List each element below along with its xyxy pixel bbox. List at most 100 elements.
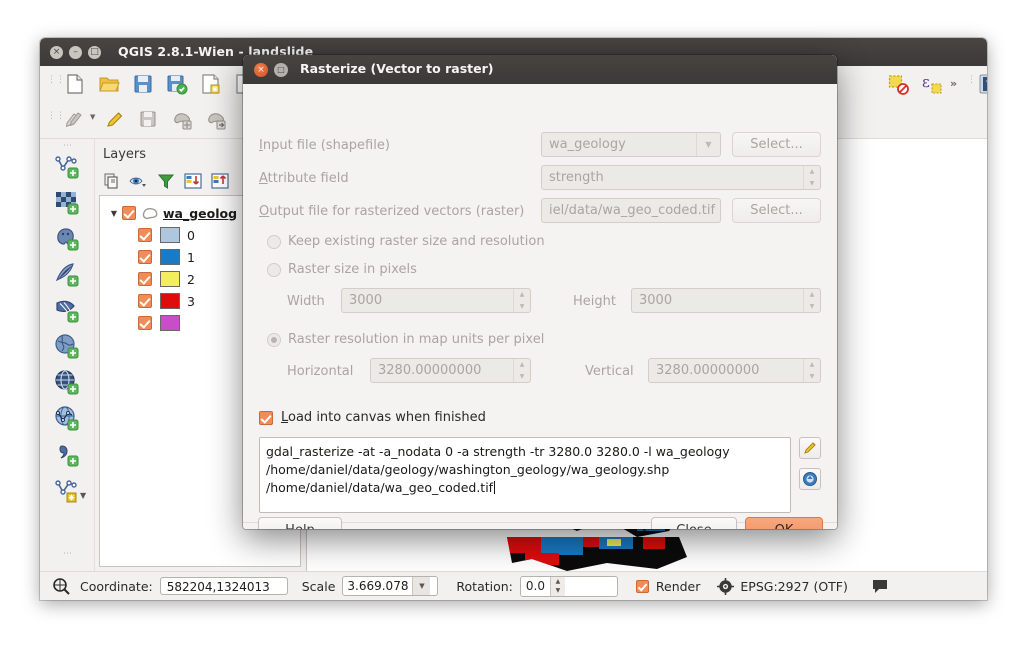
- toolbar-grip-2[interactable]: ⋮⋮: [967, 76, 985, 91]
- reset-command-icon[interactable]: [799, 468, 821, 490]
- input-file-combo[interactable]: wa_geology ▼: [541, 132, 721, 157]
- add-postgis-layer-icon[interactable]: [52, 223, 82, 253]
- horizontal-stepper-buttons[interactable]: ▲ ▼: [513, 359, 530, 382]
- new-print-composer-icon[interactable]: [198, 71, 224, 97]
- symbol-visibility-checkbox[interactable]: [138, 294, 152, 308]
- width-down-icon[interactable]: ▼: [514, 301, 530, 313]
- horizontal-stepper[interactable]: 3280.00000000 ▲ ▼: [370, 358, 531, 383]
- vertical-stepper[interactable]: 3280.00000000 ▲ ▼: [648, 358, 821, 383]
- attribute-field-value: strength: [549, 170, 604, 185]
- add-spatialite-layer-icon[interactable]: [52, 259, 82, 289]
- ok-button[interactable]: OK: [745, 517, 823, 529]
- symbol-visibility-checkbox[interactable]: [138, 250, 152, 264]
- render-checkbox[interactable]: [635, 579, 649, 593]
- help-icon[interactable]: ?: [976, 71, 987, 97]
- width-stepper-buttons[interactable]: ▲ ▼: [513, 289, 530, 312]
- add-vector-layer-icon[interactable]: [52, 151, 82, 181]
- input-file-label: Input file (shapefile): [259, 138, 390, 153]
- close-button[interactable]: Close: [651, 517, 737, 529]
- left-toolbar-grip[interactable]: ⋯: [63, 141, 73, 151]
- command-textarea[interactable]: gdal_rasterize -at -a_nodata 0 -a streng…: [259, 437, 791, 513]
- attribute-field-down-icon[interactable]: ▼: [804, 178, 820, 190]
- deselect-features-icon[interactable]: [885, 71, 911, 97]
- add-raster-layer-icon[interactable]: [52, 187, 82, 217]
- edit-command-icon[interactable]: [799, 437, 821, 459]
- locate-icon[interactable]: [52, 577, 70, 595]
- input-file-chevron-down-icon[interactable]: ▼: [696, 133, 720, 156]
- svg-text:ε: ε: [922, 73, 930, 91]
- layer-expand-arrow-icon[interactable]: ▼: [106, 209, 122, 218]
- rotation-down-icon[interactable]: ▼: [551, 586, 565, 596]
- new-layer-dropdown-chevron-icon[interactable]: ▼: [80, 491, 86, 500]
- width-stepper[interactable]: 3000 ▲ ▼: [341, 288, 531, 313]
- main-window-minimize-button[interactable]: –: [69, 46, 82, 59]
- add-wfs-layer-icon[interactable]: [52, 403, 82, 433]
- attribute-field-up-icon[interactable]: ▲: [804, 166, 820, 178]
- symbol-visibility-checkbox[interactable]: [138, 228, 152, 242]
- save-project-icon[interactable]: [130, 71, 156, 97]
- load-into-canvas-checkbox[interactable]: [259, 411, 273, 425]
- vertical-stepper-buttons[interactable]: ▲ ▼: [803, 359, 820, 382]
- dialog-maximize-button[interactable]: □: [274, 63, 288, 77]
- open-project-icon[interactable]: [96, 71, 122, 97]
- scale-combo[interactable]: 3.669.078 ▼: [342, 576, 439, 596]
- width-up-icon[interactable]: ▲: [514, 289, 530, 301]
- height-stepper-buttons[interactable]: ▲ ▼: [803, 289, 820, 312]
- add-mssql-layer-icon[interactable]: [52, 295, 82, 325]
- filter-legend-visible-icon[interactable]: [128, 171, 150, 191]
- move-feature-icon[interactable]: [204, 107, 230, 133]
- horizontal-down-icon[interactable]: ▼: [514, 371, 530, 383]
- toggle-editing-icon[interactable]: [102, 107, 128, 133]
- input-file-select-button[interactable]: Select...: [732, 132, 821, 157]
- add-wms-layer-icon[interactable]: [52, 331, 82, 361]
- height-down-icon[interactable]: ▼: [804, 301, 820, 313]
- crs-globe-icon[interactable]: [717, 577, 735, 595]
- attribute-field-stepper[interactable]: ▲ ▼: [803, 166, 820, 189]
- rotation-stepper[interactable]: 0.0 ▲ ▼: [519, 575, 618, 597]
- symbol-visibility-checkbox[interactable]: [138, 316, 152, 330]
- collapse-all-icon[interactable]: [209, 171, 231, 191]
- scale-chevron-down-icon[interactable]: ▼: [412, 577, 431, 595]
- new-shapefile-layer-icon[interactable]: [52, 475, 82, 505]
- keep-existing-size-radio[interactable]: [267, 235, 281, 249]
- rotation-up-icon[interactable]: ▲: [551, 577, 565, 587]
- pencils-dropdown-chevron-icon[interactable]: ▼: [90, 113, 95, 121]
- add-wcs-layer-icon[interactable]: [52, 367, 82, 397]
- main-window-maximize-button[interactable]: □: [88, 46, 101, 59]
- left-toolbar-grip-2[interactable]: ⋯: [63, 549, 73, 559]
- toolbar-grip-3[interactable]: ⋮⋮: [47, 112, 65, 127]
- expand-all-icon[interactable]: [182, 171, 204, 191]
- raster-size-pixels-radio[interactable]: [267, 263, 281, 277]
- layer-styling-icon[interactable]: [101, 171, 123, 191]
- rotation-stepper-buttons[interactable]: ▲ ▼: [549, 576, 565, 596]
- toolbar-grip[interactable]: ⋮⋮: [47, 76, 65, 91]
- height-up-icon[interactable]: ▲: [804, 289, 820, 301]
- toolbar-overflow-chevron[interactable]: »: [950, 77, 957, 90]
- output-file-input[interactable]: iel/data/wa_geo_coded.tif: [541, 198, 721, 223]
- dialog-close-button[interactable]: ×: [254, 63, 268, 77]
- messages-bubble-icon[interactable]: [871, 578, 889, 594]
- raster-size-pixels-label: Raster size in pixels: [288, 262, 417, 277]
- crs-label[interactable]: EPSG:2927 (OTF): [740, 579, 847, 594]
- output-file-select-button[interactable]: Select...: [732, 198, 821, 223]
- add-delimited-text-layer-icon[interactable]: [52, 439, 82, 469]
- symbol-visibility-checkbox[interactable]: [138, 272, 152, 286]
- save-layer-edits-icon[interactable]: [136, 107, 162, 133]
- vertical-up-icon[interactable]: ▲: [804, 359, 820, 371]
- coordinate-input[interactable]: 582204,1324013: [159, 577, 288, 595]
- attribute-field-combo[interactable]: strength ▲ ▼: [541, 165, 821, 190]
- new-project-icon[interactable]: [62, 71, 88, 97]
- layers-panel-title: Layers: [103, 147, 147, 162]
- filter-legend-expression-icon[interactable]: [155, 171, 177, 191]
- pencils-icon[interactable]: [62, 107, 88, 133]
- save-project-as-icon[interactable]: [164, 71, 190, 97]
- vertical-down-icon[interactable]: ▼: [804, 371, 820, 383]
- layer-visibility-checkbox[interactable]: [122, 206, 136, 220]
- horizontal-up-icon[interactable]: ▲: [514, 359, 530, 371]
- help-button[interactable]: Help: [258, 517, 342, 529]
- add-feature-icon[interactable]: [170, 107, 196, 133]
- main-window-close-button[interactable]: ×: [50, 46, 63, 59]
- raster-resolution-radio[interactable]: [267, 333, 281, 347]
- height-stepper[interactable]: 3000 ▲ ▼: [631, 288, 821, 313]
- select-by-expression-icon[interactable]: ε: [919, 71, 945, 97]
